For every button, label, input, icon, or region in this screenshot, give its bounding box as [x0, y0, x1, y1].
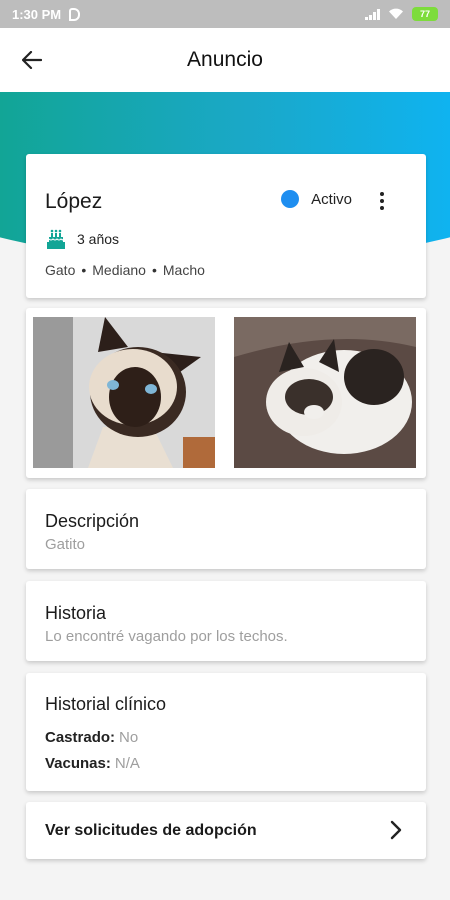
photos-card	[26, 308, 426, 478]
status-indicator: Activo	[281, 190, 352, 208]
arrow-left-icon	[22, 51, 42, 69]
birthday-cake-icon	[47, 229, 65, 249]
trait-sex: Macho	[162, 262, 205, 278]
castrado-value: No	[119, 729, 139, 746]
pet-summary-card: López Activo 3 años Gato • Mediano • Macho	[26, 154, 426, 298]
more-options-icon[interactable]	[376, 190, 388, 212]
vacunas-row: Vacunas: N/A	[45, 755, 140, 772]
vacunas-label: Vacunas:	[45, 755, 111, 772]
back-button[interactable]	[18, 46, 46, 74]
castrado-row: Castrado: No	[45, 729, 138, 746]
view-adoption-requests-label: Ver solicitudes de adopción	[45, 821, 257, 839]
pet-name: López	[45, 190, 103, 213]
status-dot	[281, 190, 300, 208]
signal-icon	[365, 8, 380, 20]
view-adoption-requests-button[interactable]: Ver solicitudes de adopción	[26, 802, 426, 859]
trait-species: Gato	[45, 262, 76, 278]
battery-icon: 77	[412, 7, 438, 21]
history-heading: Historia	[45, 603, 107, 623]
trait-size: Mediano	[92, 262, 146, 278]
pet-photo-1[interactable]	[33, 317, 215, 468]
description-heading: Descripción	[45, 511, 140, 531]
pet-photo-2[interactable]	[234, 317, 416, 468]
status-label: Activo	[311, 190, 352, 208]
description-card: Descripción Gatito	[26, 489, 426, 569]
parking-notification-icon	[69, 7, 81, 21]
description-value: Gatito	[45, 536, 86, 553]
vacunas-value: N/A	[114, 755, 140, 772]
chevron-right-icon	[390, 820, 402, 840]
wifi-icon	[389, 8, 403, 19]
castrado-label: Castrado:	[45, 729, 116, 746]
app-bar: Anuncio	[0, 28, 450, 92]
age-row: 3 años	[45, 228, 119, 250]
pet-traits: Gato • Mediano • Macho	[45, 262, 205, 278]
history-card: Historia Lo encontré vagando por los tec…	[26, 581, 426, 661]
status-time: 1:30 PM	[12, 6, 62, 22]
pet-age: 3 años	[77, 231, 120, 247]
clinical-heading: Historial clínico	[45, 694, 167, 714]
page-title: Anuncio	[187, 48, 263, 71]
status-bar: 1:30 PM 77	[0, 0, 450, 28]
clinical-history-card: Historial clínico Castrado: No Vacunas: N/…	[26, 673, 426, 791]
battery-level: 77	[419, 9, 430, 19]
history-value: Lo encontré vagando por los techos.	[45, 628, 288, 645]
